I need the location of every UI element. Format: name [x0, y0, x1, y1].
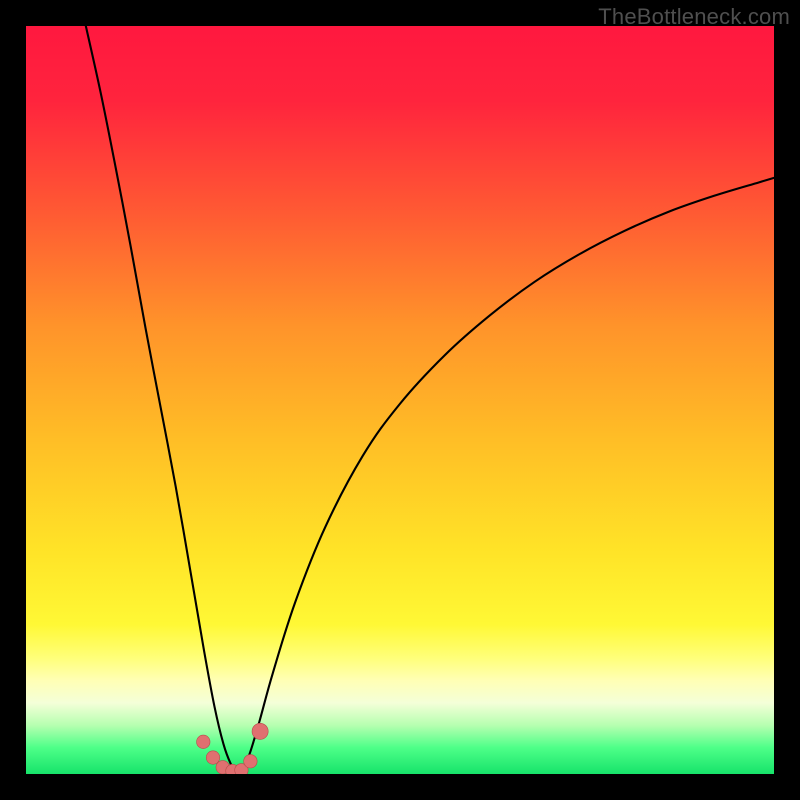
curve-marker: [206, 751, 219, 764]
curve-marker: [252, 723, 268, 739]
watermark-text: TheBottleneck.com: [598, 4, 790, 30]
chart-background-gradient: [26, 26, 774, 774]
chart-frame: [26, 26, 774, 774]
curve-marker: [244, 755, 257, 768]
bottleneck-chart: [26, 26, 774, 774]
curve-marker: [197, 735, 210, 748]
